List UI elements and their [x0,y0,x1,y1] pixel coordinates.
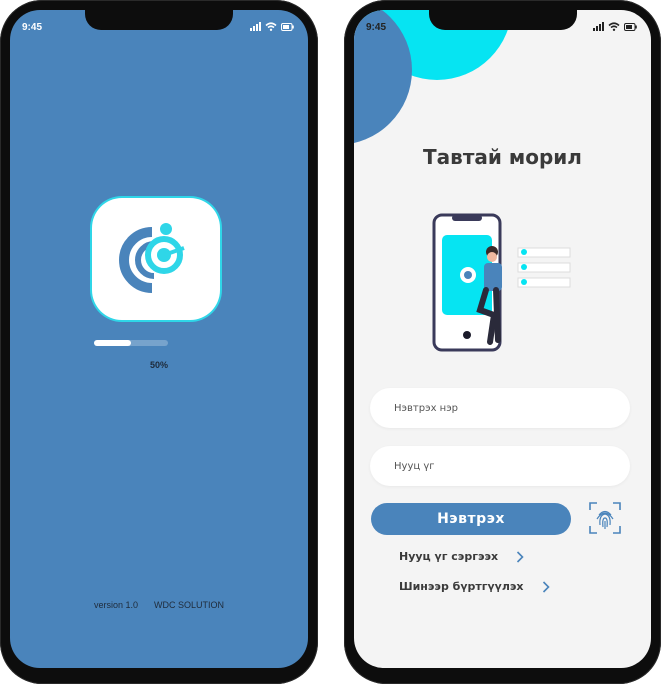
status-time: 9:45 [22,22,43,33]
notch [85,10,233,30]
signal-icon [250,22,261,31]
status-icons [250,22,294,31]
loading-progress-fill [94,340,131,346]
forgot-password-link[interactable]: Нууц үг сэргээх [399,550,524,563]
fingerprint-button[interactable] [588,501,622,535]
loading-percentage: 50% [150,360,169,370]
wifi-icon [265,22,277,31]
wifi-icon [608,22,620,31]
splash-phone: 9:45 50% version 1.0 WDC SOLUTION [0,0,318,684]
battery-icon [624,22,637,31]
register-label: Шинээр бүртгүүлэх [399,580,524,593]
notch [428,10,577,30]
chevron-right-icon [517,550,524,563]
fingerprint-icon [589,502,621,534]
company-label: WDC SOLUTION [154,600,225,610]
welcome-title: Тавтай морил [423,145,582,169]
loading-progress-bar [94,340,168,346]
status-time: 9:45 [366,22,387,33]
login-illustration [432,213,571,352]
splash-screen: 9:45 50% version 1.0 WDC SOLUTION [10,10,308,668]
forgot-password-label: Нууц үг сэргээх [399,550,499,563]
login-button[interactable]: Нэвтрэх [371,503,571,535]
version-label: version 1.0 [93,600,138,610]
register-link[interactable]: Шинээр бүртгүүлэх [399,580,550,593]
password-input[interactable] [370,446,630,486]
chevron-right-icon [542,580,550,593]
status-icons [593,22,637,31]
app-logo [92,198,220,320]
battery-icon [281,22,294,31]
login-screen: 9:45 Тавтай морил Нэвтрэх нэр Нэвтрэх Ну… [354,10,651,668]
app-logo-mark [119,223,185,293]
splash-footer: version 1.0 WDC SOLUTION [10,600,308,610]
signal-icon [593,22,604,31]
username-input[interactable] [370,388,630,428]
login-phone: 9:45 Тавтай морил Нэвтрэх нэр Нэвтрэх Ну… [344,0,661,684]
